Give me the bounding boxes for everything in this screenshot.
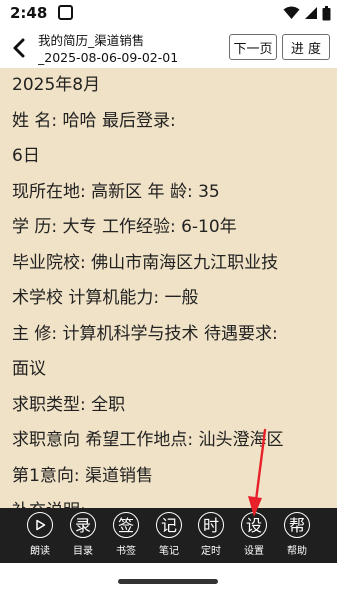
notes-icon: 记 xyxy=(156,512,182,538)
notes-label: 笔记 xyxy=(159,546,179,557)
content-line: 学 历: 大专 工作经验: 6-10年 xyxy=(12,217,237,237)
content-line: 主 修: 计算机科学与技术 待遇要求: xyxy=(12,324,278,344)
content-line: 求职意向 希望工作地点: 汕头澄海区 xyxy=(12,430,284,450)
system-nav-bar xyxy=(0,563,337,600)
notes-button[interactable]: 记 笔记 xyxy=(149,512,189,562)
title-line-1: 我的简历_渠道销售 xyxy=(38,33,145,48)
home-indicator[interactable] xyxy=(118,579,218,584)
notification-icon xyxy=(58,5,73,20)
settings-label: 设置 xyxy=(244,546,264,557)
catalog-button[interactable]: 录 目录 xyxy=(63,512,103,562)
document-title: 我的简历_渠道销售 _2025-08-06-09-02-01 xyxy=(38,32,226,66)
content-line: 术学校 计算机能力: 一般 xyxy=(12,288,199,308)
settings-button[interactable]: 设 设置 xyxy=(234,512,274,562)
content-line: 毕业院校: 佛山市南海区九江职业技 xyxy=(12,253,279,273)
timer-icon: 时 xyxy=(198,512,224,538)
content-line: 2025年8月 xyxy=(12,75,101,95)
content-line: 6日 xyxy=(12,146,40,166)
content-line: 姓 名: 哈哈 最后登录: xyxy=(12,111,176,131)
content-line: 面议 xyxy=(12,359,46,379)
help-icon: 帮 xyxy=(284,512,310,538)
status-time: 2:48 xyxy=(10,4,48,22)
back-button[interactable] xyxy=(6,34,32,62)
timer-label: 定时 xyxy=(201,546,221,557)
catalog-icon: 录 xyxy=(70,512,96,538)
chevron-left-icon xyxy=(13,38,25,58)
wifi-icon xyxy=(283,6,300,19)
title-line-2: _2025-08-06-09-02-01 xyxy=(38,50,179,65)
content-line: 现所在地: 高新区 年 龄: 35 xyxy=(12,182,220,202)
read-aloud-label: 朗读 xyxy=(30,546,50,557)
catalog-label: 目录 xyxy=(73,546,93,557)
reader-header: 我的简历_渠道销售 _2025-08-06-09-02-01 下一页 进 度 xyxy=(0,28,337,69)
content-line: 第1意向: 渠道销售 xyxy=(12,466,153,486)
reading-content[interactable]: 2025年8月 姓 名: 哈哈 最后登录: 6日 现所在地: 高新区 年 龄: … xyxy=(0,68,337,508)
battery-icon xyxy=(322,5,331,20)
progress-button[interactable]: 进 度 xyxy=(282,34,330,60)
help-button[interactable]: 帮 帮助 xyxy=(277,512,317,562)
signal-icon xyxy=(305,7,317,19)
read-aloud-button[interactable]: 朗读 xyxy=(20,512,60,562)
timer-button[interactable]: 时 定时 xyxy=(191,512,231,562)
content-line: 补充说明: xyxy=(12,496,86,508)
bookmark-label: 书签 xyxy=(116,546,136,557)
bookmark-icon: 签 xyxy=(113,512,139,538)
status-bar: 2:48 xyxy=(0,0,337,28)
help-label: 帮助 xyxy=(287,546,307,557)
settings-icon: 设 xyxy=(241,512,267,538)
content-line: 求职类型: 全职 xyxy=(12,395,126,415)
next-page-button[interactable]: 下一页 xyxy=(229,34,277,60)
reader-toolbar: 朗读 录 目录 签 书签 记 笔记 时 定时 设 设置 帮 帮助 xyxy=(0,508,337,563)
play-icon xyxy=(27,512,53,538)
bookmark-button[interactable]: 签 书签 xyxy=(106,512,146,562)
